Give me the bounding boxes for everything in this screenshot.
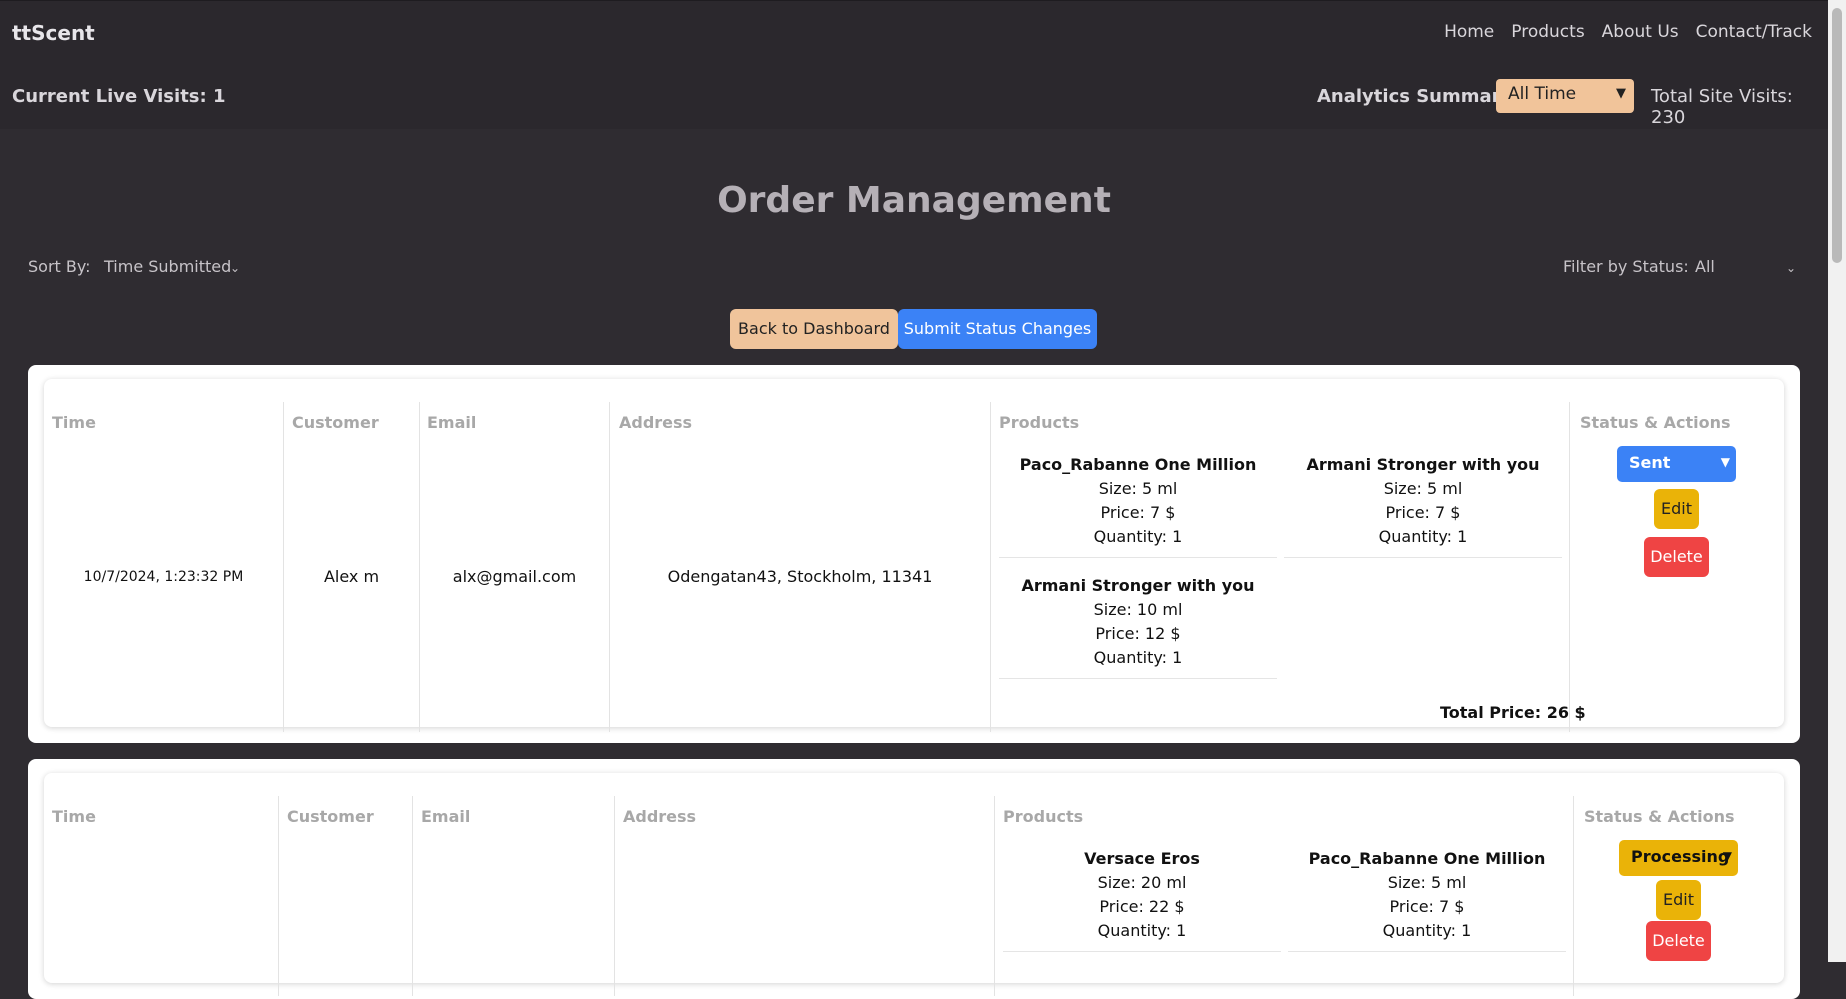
column-divider: [1569, 402, 1570, 732]
sort-by-label: Sort By:: [28, 257, 91, 276]
product-item: Paco_Rabanne One Million Size: 5 ml Pric…: [999, 453, 1277, 558]
chevron-down-icon: ▼: [1722, 849, 1732, 863]
chevron-down-icon[interactable]: ⌄: [230, 261, 240, 275]
product-quantity: Quantity: 1: [1378, 527, 1468, 546]
nav-home-link[interactable]: Home: [1444, 22, 1494, 42]
analytics-range-select[interactable]: All Time ▼: [1496, 79, 1634, 113]
product-name: Versace Eros: [1084, 849, 1200, 868]
edit-order-button[interactable]: Edit: [1654, 489, 1699, 529]
column-header-customer: Customer: [287, 807, 374, 826]
column-header-products: Products: [1003, 807, 1084, 826]
order-customer: Alex m: [323, 567, 380, 586]
product-size: Size: 10 ml: [1093, 600, 1183, 619]
page-title: Order Management: [717, 180, 1111, 221]
page-scrollbar[interactable]: [1828, 0, 1846, 962]
submit-status-changes-button[interactable]: Submit Status Changes: [898, 309, 1097, 349]
order-table: Time Customer Email Address Products Sta…: [44, 773, 1784, 996]
live-visits: Current Live Visits: 1: [12, 86, 226, 107]
order-email: alx@gmail.com: [452, 567, 577, 586]
column-header-address: Address: [619, 413, 693, 432]
analytics-summary-label: Analytics Summary: [1317, 86, 1513, 107]
brand-logo[interactable]: ttScent: [12, 21, 95, 45]
product-size: Size: 5 ml: [1383, 479, 1463, 498]
nav-links: Home Products About Us Contact/Track: [1444, 22, 1812, 42]
column-header-address: Address: [623, 807, 697, 826]
column-divider: [990, 402, 991, 732]
product-price: Price: 7 $: [1389, 897, 1465, 916]
product-name: Paco_Rabanne One Million: [1019, 455, 1257, 474]
column-header-time: Time: [52, 413, 96, 432]
chevron-down-icon[interactable]: ⌄: [1786, 261, 1796, 275]
product-item: Armani Stronger with you Size: 10 ml Pri…: [999, 574, 1277, 679]
column-divider: [614, 796, 615, 996]
product-size: Size: 20 ml: [1097, 873, 1187, 892]
column-divider: [278, 796, 279, 996]
column-divider: [412, 796, 413, 996]
nav-products-link[interactable]: Products: [1511, 22, 1584, 42]
product-quantity: Quantity: 1: [1382, 921, 1472, 940]
nav-about-link[interactable]: About Us: [1602, 22, 1679, 42]
product-item: Armani Stronger with you Size: 5 ml Pric…: [1284, 453, 1562, 558]
delete-order-button[interactable]: Delete: [1644, 537, 1709, 577]
delete-order-button[interactable]: Delete: [1646, 921, 1711, 961]
nav-contact-link[interactable]: Contact/Track: [1696, 22, 1812, 42]
chevron-down-icon: ▼: [1616, 86, 1626, 101]
sort-by-select[interactable]: Time Submitted: [104, 257, 231, 276]
product-quantity: Quantity: 1: [1097, 921, 1187, 940]
product-item: Paco_Rabanne One Million Size: 5 ml Pric…: [1288, 847, 1566, 952]
top-navbar: ttScent Home Products About Us Contact/T…: [0, 0, 1828, 129]
edit-order-button[interactable]: Edit: [1656, 880, 1701, 920]
column-header-products: Products: [999, 413, 1080, 432]
product-name: Paco_Rabanne One Million: [1308, 849, 1546, 868]
filter-status-label: Filter by Status:: [1563, 257, 1689, 276]
chevron-down-icon: ▼: [1720, 455, 1730, 469]
product-quantity: Quantity: 1: [1093, 527, 1183, 546]
total-site-visits: Total Site Visits: 230: [1651, 86, 1793, 128]
order-status-select[interactable]: Sent ▼: [1617, 446, 1736, 482]
product-price: Price: 12 $: [1095, 624, 1181, 643]
product-size: Size: 5 ml: [1387, 873, 1467, 892]
product-price: Price: 7 $: [1385, 503, 1461, 522]
back-to-dashboard-button[interactable]: Back to Dashboard: [730, 309, 898, 349]
product-quantity: Quantity: 1: [1093, 648, 1183, 667]
column-header-email: Email: [427, 413, 477, 432]
column-divider: [1573, 796, 1574, 996]
product-name: Armani Stronger with you: [1306, 455, 1540, 474]
column-header-status-actions: Status & Actions: [1584, 807, 1735, 826]
column-header-time: Time: [52, 807, 96, 826]
column-header-customer: Customer: [292, 413, 379, 432]
scrollbar-thumb[interactable]: [1832, 8, 1842, 263]
product-price: Price: 22 $: [1099, 897, 1185, 916]
column-header-status-actions: Status & Actions: [1580, 413, 1731, 432]
range-selected-value: All Time: [1508, 84, 1577, 104]
column-divider: [994, 796, 995, 996]
product-name: Armani Stronger with you: [1021, 576, 1255, 595]
product-item: Versace Eros Size: 20 ml Price: 22 $ Qua…: [1003, 847, 1281, 952]
order-time: 10/7/2024, 1:23:32 PM: [83, 569, 244, 585]
status-value: Processing: [1631, 847, 1730, 866]
order-card: Time Customer Email Address Products Sta…: [28, 759, 1800, 999]
order-address: Odengatan43, Stockholm, 11341: [667, 567, 933, 586]
order-total-price: Total Price: 26 $: [1440, 703, 1586, 722]
product-price: Price: 7 $: [1100, 503, 1176, 522]
status-value: Sent: [1629, 453, 1671, 472]
column-header-email: Email: [421, 807, 471, 826]
order-status-select[interactable]: Processing ▼: [1619, 840, 1738, 876]
order-table: Time Customer Email Address Products Sta…: [44, 379, 1784, 732]
order-card: Time Customer Email Address Products Sta…: [28, 365, 1800, 743]
filter-status-select[interactable]: All: [1695, 257, 1715, 276]
product-size: Size: 5 ml: [1098, 479, 1178, 498]
